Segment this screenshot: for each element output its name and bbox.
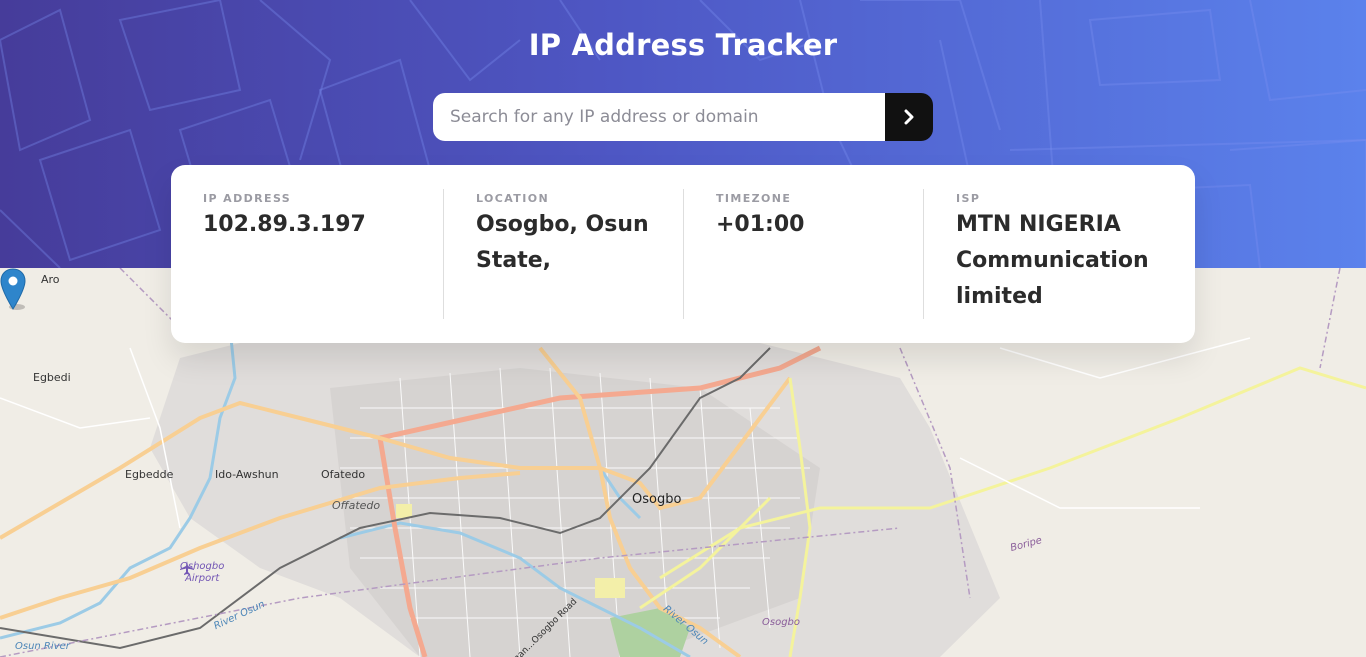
isp-value: MTN NIGERIA Communication limited [956,212,1149,309]
location-label: LOCATION [476,192,550,205]
search-submit-button[interactable] [885,93,933,141]
timezone-section: TIMEZONE +01:00 [683,189,923,319]
search-input[interactable] [433,93,885,141]
map-label-egbedi: Egbedi [33,371,71,384]
page-title: IP Address Tracker [528,28,838,62]
map-label-offatedo: Offatedo [332,499,381,512]
map-label-osogbo-district: Osogbo [762,617,801,628]
ip-address-value: 102.89.3.197 [203,212,366,237]
ip-address-label: IP ADDRESS [203,192,292,205]
timezone-value: +01:00 [716,212,805,237]
timezone-label: TIMEZONE [716,192,792,205]
map-label-ofatedo: Ofatedo [321,468,366,481]
isp-label: ISP [956,192,981,205]
map-label-ido-awshun: Ido-Awshun [215,468,279,481]
chevron-right-icon [904,109,914,125]
ip-address-section: IP ADDRESS 102.89.3.197 [171,189,443,319]
location-section: LOCATION Osogbo, Osun State, [443,189,683,319]
location-value: Osogbo, Osun State, [476,212,649,273]
map-label-egbedde: Egbedde [125,468,174,481]
map-label-aro: Aro [41,273,60,286]
map-label-osun-river: Osun River [15,641,70,652]
airport-icon [180,561,194,575]
search-bar [433,93,933,141]
isp-section: ISP MTN NIGERIA Communication limited [923,189,1195,319]
map-label-airport: Oshogbo Airport [180,561,224,585]
ip-info-card: IP ADDRESS 102.89.3.197 LOCATION Osogbo,… [171,165,1195,343]
map-label-osogbo: Osogbo [632,492,682,507]
location-pin-icon[interactable] [0,268,26,310]
